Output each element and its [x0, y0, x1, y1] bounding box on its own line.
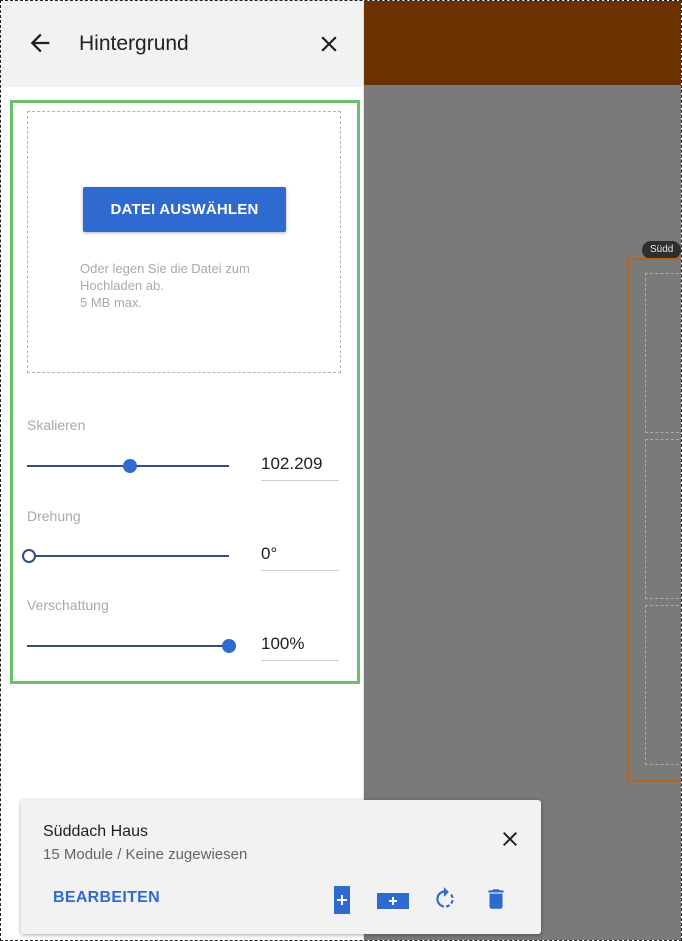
trash-icon[interactable] — [483, 886, 509, 912]
scale-slider-thumb[interactable] — [123, 459, 138, 473]
rotate-icon[interactable] — [432, 886, 458, 912]
arrow-left-icon[interactable] — [26, 29, 54, 57]
close-icon[interactable] — [316, 31, 342, 57]
scale-input[interactable]: 102.209 — [261, 451, 339, 481]
panel-title: Hintergrund — [79, 32, 189, 55]
roof-label[interactable]: Südd — [642, 241, 681, 259]
drop-hint-line: Hochladen ab. — [80, 278, 164, 293]
shading-input[interactable]: 100% — [261, 631, 339, 661]
rotation-slider-track[interactable] — [27, 555, 229, 557]
add-module-portrait-icon[interactable] — [334, 886, 350, 914]
roof-info-card: Süddach Haus 15 Module / Keine zugewiese… — [21, 800, 541, 934]
window: Südd Hintergrund DATEI AUSWÄHLEN Oder le… — [0, 0, 682, 941]
rotation-label: Drehung — [27, 508, 81, 524]
shading-slider-thumb[interactable] — [222, 639, 236, 653]
roof-subtitle: 15 Module / Keine zugewiesen — [43, 846, 248, 863]
top-bar — [364, 1, 681, 85]
file-drop-zone[interactable] — [27, 111, 341, 373]
drop-hint: Oder legen Sie die Datei zum Hochladen a… — [80, 260, 300, 311]
shading-label: Verschattung — [27, 597, 109, 613]
shading-slider-track[interactable] — [27, 645, 229, 647]
scale-label: Skalieren — [27, 417, 86, 433]
module-group[interactable] — [645, 439, 681, 599]
choose-file-button[interactable]: DATEI AUSWÄHLEN — [83, 187, 286, 232]
rotation-input[interactable]: 0° — [261, 541, 339, 571]
panel-header: Hintergrund — [1, 1, 363, 87]
add-module-landscape-icon[interactable] — [377, 893, 409, 909]
rotation-slider-thumb[interactable] — [22, 549, 36, 563]
drop-hint-line: 5 MB max. — [80, 295, 143, 310]
drop-hint-line: Oder legen Sie die Datei zum — [80, 261, 250, 276]
roof-title: Süddach Haus — [43, 823, 148, 840]
module-group[interactable] — [645, 273, 681, 433]
close-icon[interactable] — [498, 827, 522, 851]
edit-button[interactable]: BEARBEITEN — [53, 889, 160, 907]
module-group[interactable] — [645, 605, 681, 765]
